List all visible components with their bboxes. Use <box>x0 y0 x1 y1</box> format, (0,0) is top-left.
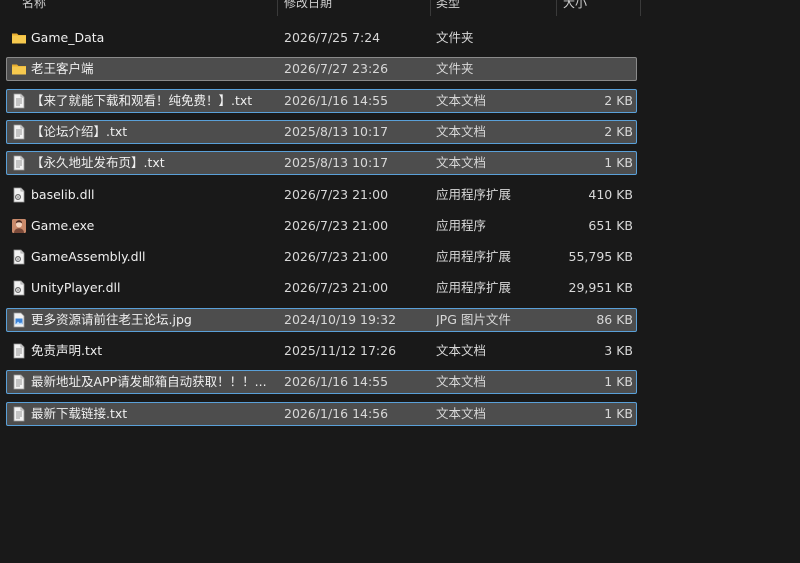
file-modified-date: 2026/7/23 21:00 <box>284 280 389 296</box>
column-header-size[interactable]: 大小 <box>563 0 587 16</box>
file-size: 86 KB <box>596 311 633 327</box>
file-name: GameAssembly.dll <box>31 249 146 265</box>
folder-icon <box>11 61 27 77</box>
exe-app-icon <box>11 218 27 234</box>
text-file-icon <box>11 343 27 359</box>
column-divider[interactable] <box>640 0 641 16</box>
file-size: 1 KB <box>604 405 633 421</box>
column-divider[interactable] <box>277 0 278 16</box>
file-type: 文件夹 <box>436 30 474 45</box>
file-modified-date: 2026/1/16 14:56 <box>284 405 389 421</box>
file-size: 410 KB <box>588 186 633 202</box>
file-size <box>559 27 633 49</box>
file-type: 文本文档 <box>436 343 487 358</box>
file-row[interactable]: baselib.dll 2026/7/23 21:00 应用程序扩展 410 KB <box>6 183 637 207</box>
file-type: 文本文档 <box>436 374 487 390</box>
file-name: 【来了就能下载和观看！纯免费！】.txt <box>31 92 253 108</box>
dll-file-icon <box>11 187 27 203</box>
file-row[interactable]: 【来了就能下载和观看！纯免费！】.txt 2026/1/16 14:55 文本文档 2… <box>6 88 637 113</box>
file-name: 最新下载链接.txt <box>31 405 128 421</box>
file-row[interactable]: Game_Data 2026/7/25 7:24 文件夹 <box>6 26 637 50</box>
file-size: 55,795 KB <box>568 249 633 265</box>
file-name: Game_Data <box>31 30 105 45</box>
column-header-name[interactable]: 名称 <box>22 0 46 16</box>
file-row[interactable]: 最新地址及APP请发邮箱自动获取！！！... 2026/1/16 14:55 文本文… <box>6 370 637 395</box>
file-modified-date: 2026/1/16 14:55 <box>284 374 389 390</box>
file-row[interactable]: 【论坛介绍】.txt 2025/8/13 10:17 文本文档 2 KB <box>6 119 637 144</box>
file-type: 文本文档 <box>436 123 487 139</box>
text-file-icon <box>11 374 27 390</box>
file-name: 免责声明.txt <box>31 343 103 358</box>
column-divider[interactable] <box>430 0 431 16</box>
file-name: 【永久地址发布页】.txt <box>31 155 165 171</box>
file-row[interactable]: UnityPlayer.dll 2026/7/23 21:00 应用程序扩展 29,9… <box>6 276 637 300</box>
file-row[interactable]: GameAssembly.dll 2026/7/23 21:00 应用程序扩展 55,… <box>6 245 637 269</box>
file-size: 651 KB <box>588 217 633 233</box>
file-name: 【论坛介绍】.txt <box>31 123 128 139</box>
file-type: 应用程序扩展 <box>436 280 512 296</box>
file-size: 2 KB <box>604 123 633 139</box>
file-name: baselib.dll <box>31 186 95 202</box>
file-modified-date: 2025/8/13 10:17 <box>284 155 389 171</box>
file-size: 1 KB <box>604 374 633 390</box>
file-name: 更多资源请前往老王论坛.jpg <box>31 311 192 327</box>
file-modified-date: 2026/7/23 21:00 <box>284 186 389 202</box>
column-header-type[interactable]: 类型 <box>436 0 460 16</box>
column-divider[interactable] <box>556 0 557 16</box>
file-row[interactable]: 【永久地址发布页】.txt 2025/8/13 10:17 文本文档 1 KB <box>6 151 637 176</box>
image-file-icon <box>11 312 27 328</box>
text-file-icon <box>11 155 27 171</box>
text-file-icon <box>11 124 27 140</box>
column-header-date[interactable]: 修改日期 <box>284 0 332 16</box>
file-row[interactable]: 更多资源请前往老王论坛.jpg 2024/10/19 19:32 JPG 图片文件 8… <box>6 307 637 332</box>
file-modified-date: 2026/7/23 21:00 <box>284 249 389 265</box>
file-explorer: 名称 修改日期 类型 大小 Game_Data 2026/7/25 7:24 文件夹… <box>0 0 800 563</box>
column-header-bar: 名称 修改日期 类型 大小 <box>0 0 800 16</box>
file-type: 应用程序 <box>436 217 487 233</box>
file-name: 老王客户端 <box>31 61 94 77</box>
file-row[interactable]: 免责声明.txt 2025/11/12 17:26 文本文档 3 KB <box>6 339 637 363</box>
file-modified-date: 2025/8/13 10:17 <box>284 123 389 139</box>
file-row[interactable]: 老王客户端 2026/7/27 23:26 文件夹 <box>6 57 637 82</box>
file-name: 最新地址及APP请发邮箱自动获取！！！... <box>31 374 267 390</box>
file-size: 29,951 KB <box>568 280 633 296</box>
text-file-icon <box>11 93 27 109</box>
file-type: 应用程序扩展 <box>436 249 512 265</box>
file-modified-date: 2024/10/19 19:32 <box>284 311 397 327</box>
folder-icon <box>11 30 27 46</box>
file-row[interactable]: 最新下载链接.txt 2026/1/16 14:56 文本文档 1 KB <box>6 401 637 426</box>
file-type: JPG 图片文件 <box>436 311 511 327</box>
file-type: 文件夹 <box>436 61 474 77</box>
file-size: 3 KB <box>604 343 633 358</box>
file-type: 文本文档 <box>436 405 487 421</box>
file-size: 2 KB <box>604 92 633 108</box>
file-size: 1 KB <box>604 155 633 171</box>
file-name: UnityPlayer.dll <box>31 280 121 296</box>
file-type: 文本文档 <box>436 155 487 171</box>
dll-file-icon <box>11 280 27 296</box>
text-file-icon <box>11 406 27 422</box>
file-type: 应用程序扩展 <box>436 186 512 202</box>
file-modified-date: 2025/11/12 17:26 <box>284 343 397 358</box>
file-modified-date: 2026/1/16 14:55 <box>284 92 389 108</box>
file-size <box>559 58 633 80</box>
file-name: Game.exe <box>31 217 95 233</box>
dll-file-icon <box>11 249 27 265</box>
file-modified-date: 2026/7/23 21:00 <box>284 217 389 233</box>
file-type: 文本文档 <box>436 92 487 108</box>
file-modified-date: 2026/7/25 7:24 <box>284 30 381 45</box>
file-modified-date: 2026/7/27 23:26 <box>284 61 389 77</box>
file-row[interactable]: Game.exe 2026/7/23 21:00 应用程序 651 KB <box>6 214 637 238</box>
